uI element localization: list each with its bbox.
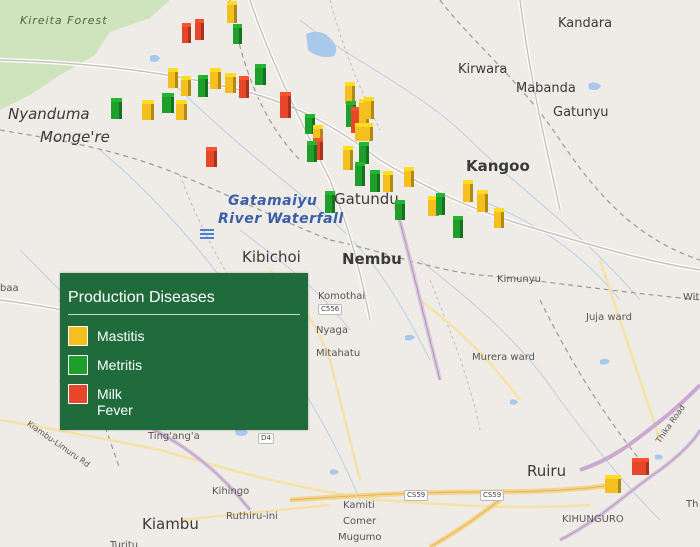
place-label-kiambu: Kiambu [142,515,199,533]
disease-bar-mastitis[interactable] [477,190,488,212]
disease-bar-mastitis[interactable] [355,123,373,141]
place-label-kirwara: Kirwara [458,62,508,77]
disease-bar-mastitis[interactable] [383,171,393,192]
disease-bar-milk-fever[interactable] [280,92,291,118]
place-label-kihunguro: KIHUNGURO [562,514,624,525]
disease-bar-mastitis[interactable] [225,73,236,93]
disease-bar-mastitis[interactable] [142,100,154,120]
legend-swatch-metritis [68,355,88,375]
disease-bar-milk-fever[interactable] [239,76,249,98]
disease-bar-metritis[interactable] [355,162,365,186]
place-label-nyanduma: Nyanduma [8,105,90,123]
road-shield-cs59-a: CS59 [404,490,429,501]
disease-bar-milk-fever[interactable] [632,458,649,475]
place-label-kireita-forest: Kireita Forest [20,14,108,27]
disease-bar-metritis[interactable] [359,142,369,164]
place-label-ruthiru-ini: Ruthiru-ini [226,511,278,522]
disease-bar-metritis[interactable] [436,193,445,215]
legend-panel: Production Diseases Mastitis Metritis Mi… [60,273,308,430]
place-label-nyaga: Nyaga [316,325,349,336]
place-label-juja-ward: Juja ward [586,312,632,323]
place-label-ting-ang-a: Ting'ang'a [148,431,200,442]
place-label-gatundu: Gatundu [334,190,399,208]
place-label-wit: Wit [683,292,700,303]
disease-bar-metritis[interactable] [111,98,122,119]
legend-swatch-milk-fever [68,384,88,404]
road-shield-d4: D4 [258,433,274,444]
place-label-nembu: Nembu [342,250,402,268]
legend-divider [68,314,300,315]
legend-swatch-mastitis [68,326,88,346]
disease-bar-mastitis[interactable] [463,180,473,202]
disease-bar-mastitis[interactable] [181,76,191,96]
place-label-kangoo: Kangoo [466,157,530,175]
legend-label-mastitis: Mastitis [97,328,145,344]
disease-bar-mastitis[interactable] [227,1,237,23]
disease-bar-mastitis[interactable] [404,167,414,187]
disease-bar-mastitis[interactable] [343,146,353,170]
disease-bar-metritis[interactable] [307,141,317,162]
place-label-baa: baa [0,283,19,294]
place-label-komothai: Komothai [318,291,366,302]
place-label-gatamaiyu-1: Gatamaiyu [228,193,318,209]
place-label-kimunyu: Kimunyu [497,274,542,285]
disease-bar-metritis[interactable] [162,93,174,113]
place-label-murera-ward: Murera ward [472,352,536,363]
legend-label-milk-fever: Milk Fever [97,386,133,418]
legend-label-metritis: Metritis [97,357,143,373]
disease-bar-mastitis[interactable] [210,68,221,89]
place-label-comer: Comer [343,516,377,527]
disease-bar-metritis[interactable] [395,200,405,220]
waterfall-icon [200,229,214,239]
place-label-monge-re: Monge're [40,128,110,146]
disease-bar-metritis[interactable] [233,24,242,44]
place-label-gatamaiyu-2: River Waterfall [218,211,344,227]
place-label-kandara: Kandara [558,16,613,31]
place-label-kamiti: Kamiti [343,500,375,511]
disease-bar-metritis[interactable] [325,191,335,213]
place-label-mitahatu: Mitahatu [316,348,361,359]
disease-bar-milk-fever[interactable] [206,147,217,167]
disease-bar-mastitis[interactable] [364,97,374,119]
disease-bar-mastitis[interactable] [605,475,621,493]
disease-bar-milk-fever[interactable] [182,23,191,43]
road-shield-cs59-b: CS59 [480,490,505,501]
place-label-th: Th [686,499,699,510]
disease-bar-milk-fever[interactable] [195,19,204,40]
place-label-turitu: Turitu [110,540,139,547]
disease-bar-metritis[interactable] [370,170,380,192]
place-label-mabanda: Mabanda [516,81,576,96]
place-label-ruiru: Ruiru [527,462,567,480]
legend-title: Production Diseases [68,289,215,306]
road-shield-c556: C556 [318,304,343,315]
disease-bar-mastitis[interactable] [176,100,187,120]
place-label-kihingo: Kihingo [212,486,250,497]
map-view[interactable]: Kireita Forest Kandara Kirwara Mabanda Gatun… [0,0,700,547]
place-label-mugumo: Mugumo [338,532,382,543]
disease-bar-mastitis[interactable] [168,68,178,88]
place-label-kibichoi: Kibichoi [242,248,301,266]
disease-bar-metritis[interactable] [453,216,463,238]
disease-bar-metritis[interactable] [198,75,208,97]
disease-bar-metritis[interactable] [255,64,266,85]
disease-bar-mastitis[interactable] [494,208,504,228]
place-label-gatunyu: Gatunyu [553,105,609,120]
